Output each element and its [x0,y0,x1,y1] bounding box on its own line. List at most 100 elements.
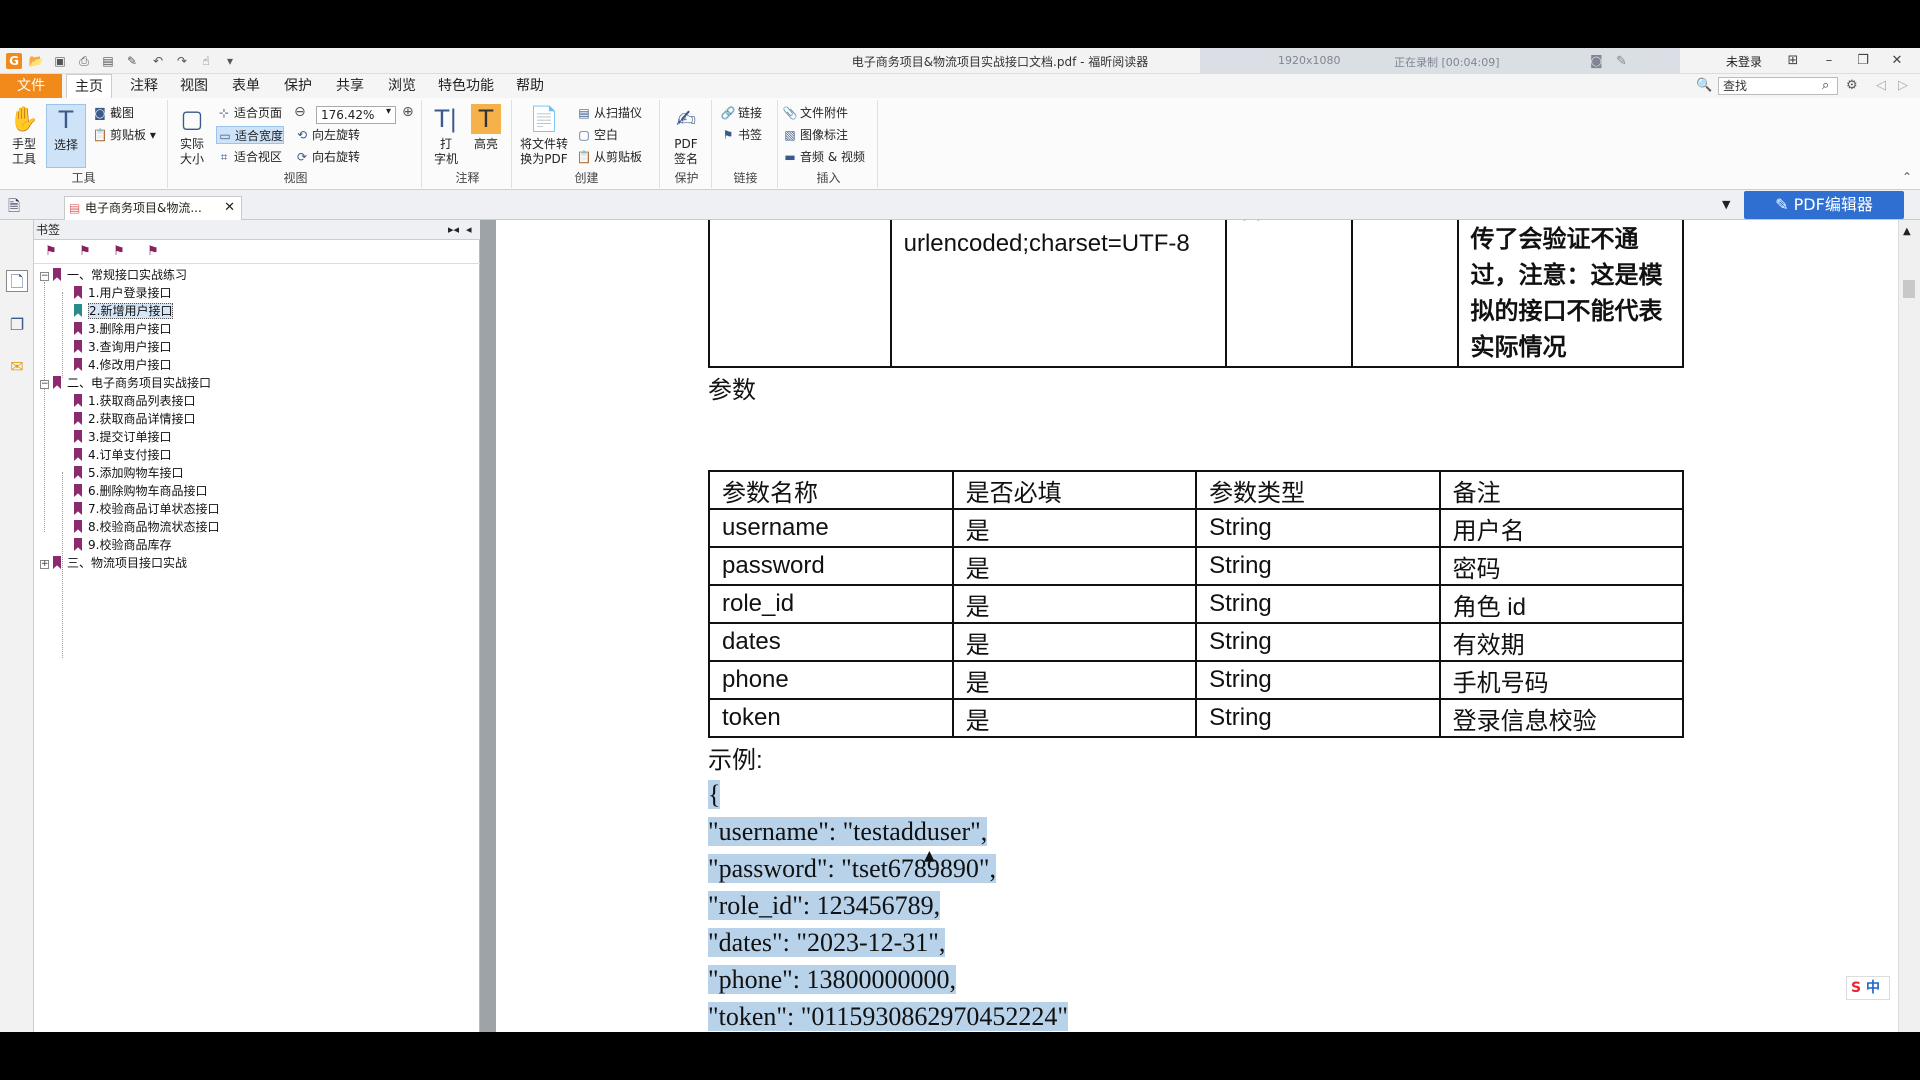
layout-icon[interactable]: ⊞ [1782,52,1804,70]
close-button[interactable]: ✕ [1886,52,1908,70]
open-icon[interactable]: 📂 [28,53,44,69]
collapse-node-icon[interactable]: − [40,272,49,281]
tab-comment[interactable]: 注释 [122,74,166,98]
settings-icon[interactable]: ⚙ [1846,78,1858,93]
bookmark-item[interactable]: − 一、常规接口实战练习 [40,266,187,284]
stamp-icon[interactable]: ✎ [124,53,140,69]
search-icon[interactable]: ⌕ [1822,78,1829,93]
example-line[interactable]: "username": "testadduser", [708,813,1068,850]
tab-list-dropdown-icon[interactable]: ▼ [1722,198,1730,211]
tab-help[interactable]: 帮助 [508,74,552,98]
scroll-thumb[interactable] [1903,280,1915,298]
zoom-in-icon[interactable]: ⊕ [402,104,414,120]
bookmark-button[interactable]: ⚑ 书签 [720,126,762,144]
print-icon[interactable]: ⎙ [76,53,92,69]
find-bookmark-icon[interactable]: ⚑ [144,244,162,260]
panel-splitter[interactable] [480,220,496,1032]
layers-icon[interactable]: ❐ [6,314,28,336]
app-logo-icon[interactable]: G [6,53,22,69]
scan-icon[interactable]: ▤ [100,53,116,69]
example-json-block[interactable]: {"username": "testadduser", "password": "… [708,776,1068,1032]
bookmark-item[interactable]: 5.添加购物车接口 [74,464,183,482]
highlight-button[interactable]: T 高亮 [468,104,504,152]
convert-to-pdf-button[interactable]: 📄 将文件转 换为PDF [516,104,572,167]
bookmark-item[interactable]: 9.校验商品库存 [74,536,171,554]
collapse-node-icon[interactable]: − [40,380,49,389]
fit-view-button[interactable]: ⌗ 适合视区 [216,148,282,166]
tab-home[interactable]: 主页 [66,74,112,99]
delete-bookmark-icon[interactable]: ⚑ [42,244,60,260]
panel-collapse-icon[interactable]: ◂ [466,220,472,240]
file-attachment-button[interactable]: 📎 文件附件 [782,104,849,122]
tab-browse[interactable]: 浏览 [380,74,424,98]
hand-tool-button[interactable]: ✋ 手型 工具 [6,104,42,167]
search-input[interactable]: 查找 [1718,77,1838,95]
bookmark-item[interactable]: 4.修改用户接口 [74,356,171,374]
bookmark-item[interactable]: 1.用户登录接口 [74,284,171,302]
bookmark-item[interactable]: 3.删除用户接口 [74,320,171,338]
scroll-up-icon[interactable]: ▲ [1903,226,1911,237]
close-tab-icon[interactable]: ✕ [224,197,235,219]
restore-button[interactable]: ❐ [1852,52,1874,70]
bookmark-item[interactable]: 4.订单支付接口 [74,446,171,464]
bookmark-item[interactable]: 6.删除购物车商品接口 [74,482,207,500]
bookmark-item[interactable]: 3.提交订单接口 [74,428,171,446]
customize-dropdown-icon[interactable]: ▾ [222,53,238,69]
example-line[interactable]: "dates": "2023-12-31", [708,924,1068,961]
bookmark-item[interactable]: − 二、电子商务项目实战接口 [40,374,211,392]
undo-icon[interactable]: ↶ [150,53,166,69]
zoom-dropdown-icon[interactable]: ▾ [386,106,391,117]
select-tool-button[interactable]: T 选择 [46,104,86,168]
ime-indicator[interactable]: S 中 [1846,976,1890,1000]
bookmark-item[interactable]: 1.获取商品列表接口 [74,392,195,410]
expand-bookmark-icon[interactable]: ⚑ [110,244,128,260]
camera-icon[interactable]: ◙ [1590,54,1603,69]
document-view[interactable]: Content-Type application/x-www-form-urle… [496,220,1898,1032]
back-icon[interactable]: ◁ [1876,78,1886,93]
tab-view[interactable]: 视图 [172,74,216,98]
bookmark-item[interactable]: 8.校验商品物流状态接口 [74,518,219,536]
tab-protect[interactable]: 保护 [276,74,320,98]
pdf-sign-button[interactable]: ✍ PDF 签名 [666,104,706,167]
redo-icon[interactable]: ↷ [174,53,190,69]
login-state[interactable]: 未登录 [1726,53,1762,70]
from-clipboard-button[interactable]: 📋 从剪贴板 [576,148,643,166]
vertical-scrollbar[interactable]: ▲ [1898,220,1920,1032]
fit-width-button[interactable]: ▭ 适合宽度 [216,126,285,144]
bookmark-item[interactable]: 3.查询用户接口 [74,338,171,356]
bookmark-item[interactable]: + 三、物流项目接口实战 [40,554,187,572]
rotate-right-button[interactable]: ⟳ 向右旋转 [294,148,360,166]
save-icon[interactable]: ▣ [52,53,68,69]
file-menu[interactable]: 文件 [0,74,62,98]
actual-size-button[interactable]: ▢ 实际 大小 [174,104,210,167]
link-button[interactable]: 🔗 链接 [720,104,763,122]
zoom-out-icon[interactable]: ⊖ [294,104,306,120]
minimize-button[interactable]: – [1818,52,1840,70]
example-line[interactable]: "token": "0115930862970452224" [708,998,1068,1032]
document-tab[interactable]: ▤ 电子商务项目&物流... ✕ [64,196,242,220]
collapse-ribbon-icon[interactable]: ⌃ [1902,170,1912,184]
page-thumbnail-icon[interactable]: 🗋 [6,270,28,292]
fit-page-button[interactable]: ⊹ 适合页面 [216,104,282,122]
example-line[interactable]: { [708,776,1068,813]
pen-icon[interactable]: ✎ [1616,54,1627,69]
panel-pin-icon[interactable]: ▸◂ [448,220,459,240]
comments-icon[interactable]: ✉ [6,356,28,378]
bookmark-item-selected[interactable]: 2.新增用户接口 [74,302,174,320]
add-bookmark-icon[interactable]: ⚑ [76,244,94,260]
image-annotation-button[interactable]: ▧ 图像标注 [782,126,848,144]
bookmark-item[interactable]: 2.获取商品详情接口 [74,410,195,428]
forward-icon[interactable]: ▷ [1898,78,1908,93]
expand-node-icon[interactable]: + [40,560,49,569]
tab-features[interactable]: 特色功能 [430,74,502,98]
example-line[interactable]: "phone": 13800000000, [708,961,1068,998]
bookmark-item[interactable]: 7.校验商品订单状态接口 [74,500,219,518]
example-line[interactable]: "password": "tset6789890", [708,850,1068,887]
blank-button[interactable]: ▢ 空白 [576,126,618,144]
zoom-select[interactable]: 176.42% [316,106,396,124]
typewriter-button[interactable]: T| 打 字机 [428,104,464,167]
audio-video-button[interactable]: ▬ 音频 & 视频 [782,148,865,166]
pdf-editor-button[interactable]: ✎ PDF编辑器 [1744,191,1904,219]
start-page-icon[interactable]: 🗎 [8,196,20,221]
example-line[interactable]: "role_id": 123456789, [708,887,1068,924]
